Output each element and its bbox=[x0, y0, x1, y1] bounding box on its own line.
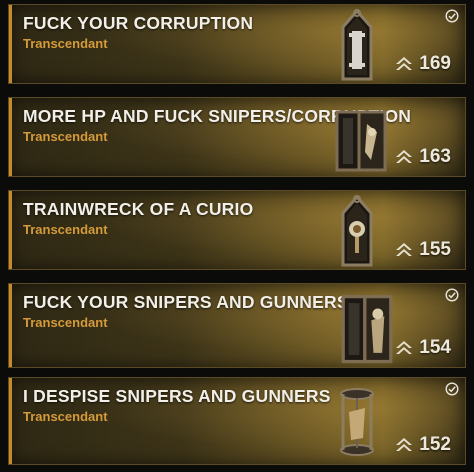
power-rating: 169 bbox=[394, 53, 451, 75]
power-level-icon bbox=[396, 438, 413, 451]
power-value: 155 bbox=[419, 239, 451, 260]
power-value: 169 bbox=[419, 53, 451, 74]
curio-rarity: Transcendant bbox=[23, 129, 108, 144]
power-rating: 155 bbox=[394, 239, 451, 261]
curio-rarity: Transcendant bbox=[23, 222, 108, 237]
equipped-check-icon bbox=[445, 382, 459, 396]
curio-card[interactable]: FUCK YOUR SNIPERS AND GUNNERS Transcenda… bbox=[8, 283, 466, 368]
power-level-icon bbox=[396, 341, 413, 354]
curio-card[interactable]: FUCK YOUR CORRUPTION Transcendant 169 bbox=[8, 4, 466, 84]
reliquary-cage-icon bbox=[340, 388, 374, 456]
equipped-check-icon bbox=[445, 288, 459, 302]
curio-rarity: Transcendant bbox=[23, 409, 108, 424]
curio-name: FUCK YOUR CORRUPTION bbox=[23, 13, 254, 33]
reliquary-casket-icon bbox=[341, 9, 373, 81]
power-level-icon bbox=[396, 150, 413, 163]
curio-name: TRAINWRECK OF A CURIO bbox=[23, 199, 254, 219]
curio-card[interactable]: I DESPISE SNIPERS AND GUNNERS Transcenda… bbox=[8, 377, 466, 465]
curio-card[interactable]: MORE HP AND FUCK SNIPERS/CORRUPTION Tran… bbox=[8, 97, 466, 177]
power-rating: 163 bbox=[394, 146, 451, 168]
power-level-icon bbox=[396, 243, 413, 256]
equipped-check-icon bbox=[445, 9, 459, 23]
power-value: 163 bbox=[419, 146, 451, 167]
curio-name: I DESPISE SNIPERS AND GUNNERS bbox=[23, 386, 331, 406]
curio-rarity: Transcendant bbox=[23, 36, 108, 51]
curio-list: FUCK YOUR CORRUPTION Transcendant 169 MO… bbox=[0, 0, 474, 472]
power-rating: 154 bbox=[394, 337, 451, 359]
power-value: 154 bbox=[419, 337, 451, 358]
power-value: 152 bbox=[419, 434, 451, 455]
power-rating: 152 bbox=[394, 434, 451, 456]
curio-name: FUCK YOUR SNIPERS AND GUNNERS bbox=[23, 292, 349, 312]
reliquary-casket-icon bbox=[335, 110, 387, 172]
curio-card[interactable]: TRAINWRECK OF A CURIO Transcendant 155 bbox=[8, 190, 466, 270]
curio-rarity: Transcendant bbox=[23, 315, 108, 330]
reliquary-casket-icon bbox=[341, 195, 373, 267]
power-level-icon bbox=[396, 57, 413, 70]
